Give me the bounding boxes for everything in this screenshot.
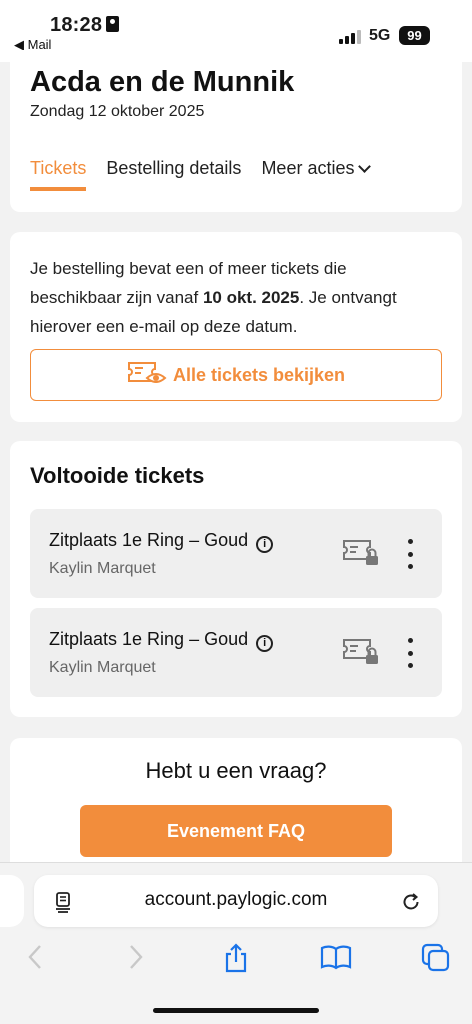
- completed-tickets-title: Voltooide tickets: [30, 463, 205, 488]
- browser-nav-bar: [0, 943, 472, 973]
- status-time: 18:28: [50, 14, 120, 37]
- event-faq-button[interactable]: Evenement FAQ: [80, 805, 392, 857]
- address-bar[interactable]: account.paylogic.com: [34, 875, 438, 927]
- previous-tab-preview[interactable]: [0, 875, 24, 927]
- tabs-icon[interactable]: [421, 943, 451, 978]
- info-icon[interactable]: i: [256, 635, 274, 652]
- ticket-name-label: Zitplaats 1e Ring – Goud: [49, 530, 249, 550]
- availability-notice-card: Je bestelling bevat een of meer tickets …: [10, 232, 462, 422]
- kebab-icon[interactable]: [400, 638, 420, 668]
- ticket-holder: Kaylin Marquet: [49, 560, 156, 577]
- info-icon[interactable]: i: [256, 536, 274, 553]
- signal-icon: [339, 30, 361, 44]
- event-title: Acda en de Munnik: [30, 66, 295, 98]
- tab-more-actions[interactable]: Meer acties: [261, 158, 372, 191]
- chevron-down-icon: [358, 160, 372, 173]
- kebab-icon[interactable]: [400, 539, 420, 569]
- view-all-tickets-label: Alle tickets bekijken: [172, 364, 346, 385]
- battery-indicator: 99: [399, 26, 430, 45]
- tab-tickets[interactable]: Tickets: [30, 158, 87, 191]
- view-all-tickets-button[interactable]: Alle tickets bekijken: [30, 349, 442, 401]
- person-icon: [106, 16, 120, 32]
- reload-icon[interactable]: [400, 891, 422, 918]
- tab-more-actions-label: Meer acties: [261, 158, 355, 178]
- availability-notice: Je bestelling bevat een of meer tickets …: [30, 254, 440, 341]
- home-indicator[interactable]: [153, 1008, 319, 1013]
- tab-bar: Tickets Bestelling details Meer acties: [30, 158, 372, 191]
- url-text: account.paylogic.com: [144, 889, 328, 910]
- faq-question: Hebt u een vraag?: [145, 758, 327, 783]
- ticket-holder: Kaylin Marquet: [49, 659, 156, 676]
- ticket-row[interactable]: Zitplaats 1e Ring – Goud i Kaylin Marquet: [30, 608, 442, 697]
- completed-tickets-card: Voltooide tickets Zitplaats 1e Ring – Go…: [10, 441, 462, 717]
- back-icon[interactable]: [26, 943, 44, 976]
- ticket-name-label: Zitplaats 1e Ring – Goud: [49, 629, 249, 649]
- ticket-lock-icon: [342, 539, 380, 572]
- network-label: 5G: [369, 27, 391, 44]
- event-header-card: Acda en de Munnik Zondag 12 oktober 2025…: [10, 50, 462, 212]
- time-text: 18:28: [50, 14, 103, 36]
- notice-date: 10 okt. 2025: [202, 288, 300, 307]
- ticket-row[interactable]: Zitplaats 1e Ring – Goud i Kaylin Marquet: [30, 509, 442, 598]
- event-date: Zondag 12 oktober 2025: [30, 103, 205, 120]
- share-icon[interactable]: [222, 943, 250, 978]
- ticket-name: Zitplaats 1e Ring – Goud i: [49, 530, 274, 553]
- ticket-lock-icon: [342, 638, 380, 671]
- tab-order-details[interactable]: Bestelling details: [106, 158, 241, 191]
- bookmarks-icon[interactable]: [320, 943, 352, 976]
- ticket-name: Zitplaats 1e Ring – Goud i: [49, 629, 274, 652]
- ticket-eye-icon: [127, 360, 167, 391]
- forward-icon[interactable]: [127, 943, 145, 976]
- browser-toolbar: account.paylogic.com: [0, 862, 472, 1024]
